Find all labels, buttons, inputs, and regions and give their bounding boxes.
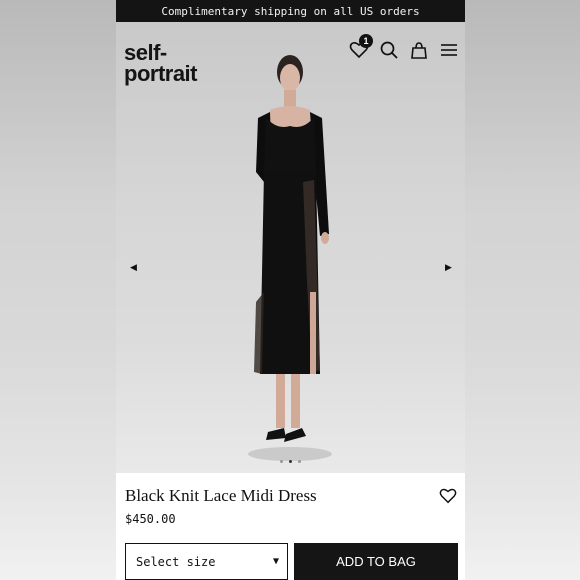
heart-icon xyxy=(439,488,457,504)
size-select-placeholder: Select size xyxy=(136,554,216,569)
background-right xyxy=(465,0,580,580)
previous-image-arrow[interactable]: ◀ xyxy=(130,262,137,273)
add-to-bag-label: ADD TO BAG xyxy=(336,554,416,569)
product-info-panel: Black Knit Lace Midi Dress $450.00 Selec… xyxy=(116,473,465,580)
bag-icon xyxy=(411,42,427,59)
header-icons: 1 xyxy=(349,34,459,60)
promo-banner[interactable]: Complimentary shipping on all US orders xyxy=(116,0,465,22)
add-to-bag-button[interactable]: ADD TO BAG xyxy=(294,543,458,580)
caret-down-icon: ▼ xyxy=(272,556,279,567)
brand-logo-line2: portrait xyxy=(124,61,198,86)
model-photo xyxy=(248,55,332,461)
product-price: $450.00 xyxy=(125,512,176,526)
size-select[interactable]: Select size ▼ xyxy=(125,543,288,580)
carousel-dots xyxy=(280,460,301,463)
wishlist-count-badge: 1 xyxy=(359,34,373,48)
carousel-dot[interactable] xyxy=(298,460,301,463)
menu-icon xyxy=(441,44,457,56)
product-name: Black Knit Lace Midi Dress xyxy=(125,486,317,505)
product-image[interactable]: self- portrait 1 ◀ ▶ xyxy=(116,22,465,473)
background-left xyxy=(0,0,116,580)
carousel-dot[interactable] xyxy=(280,460,283,463)
next-image-arrow[interactable]: ▶ xyxy=(445,262,452,273)
promo-text: Complimentary shipping on all US orders xyxy=(161,4,420,18)
brand-logo[interactable]: self- portrait xyxy=(124,40,198,86)
brand-logo-line1: self- xyxy=(124,40,167,65)
bag-button[interactable] xyxy=(409,40,429,60)
add-to-wishlist-button[interactable] xyxy=(439,487,457,505)
search-icon xyxy=(380,41,398,59)
wishlist-button[interactable]: 1 xyxy=(349,34,373,60)
carousel-dot-active[interactable] xyxy=(289,460,292,463)
menu-button[interactable] xyxy=(439,40,459,60)
search-button[interactable] xyxy=(379,40,399,60)
phone-screen: Complimentary shipping on all US orders xyxy=(116,0,465,580)
